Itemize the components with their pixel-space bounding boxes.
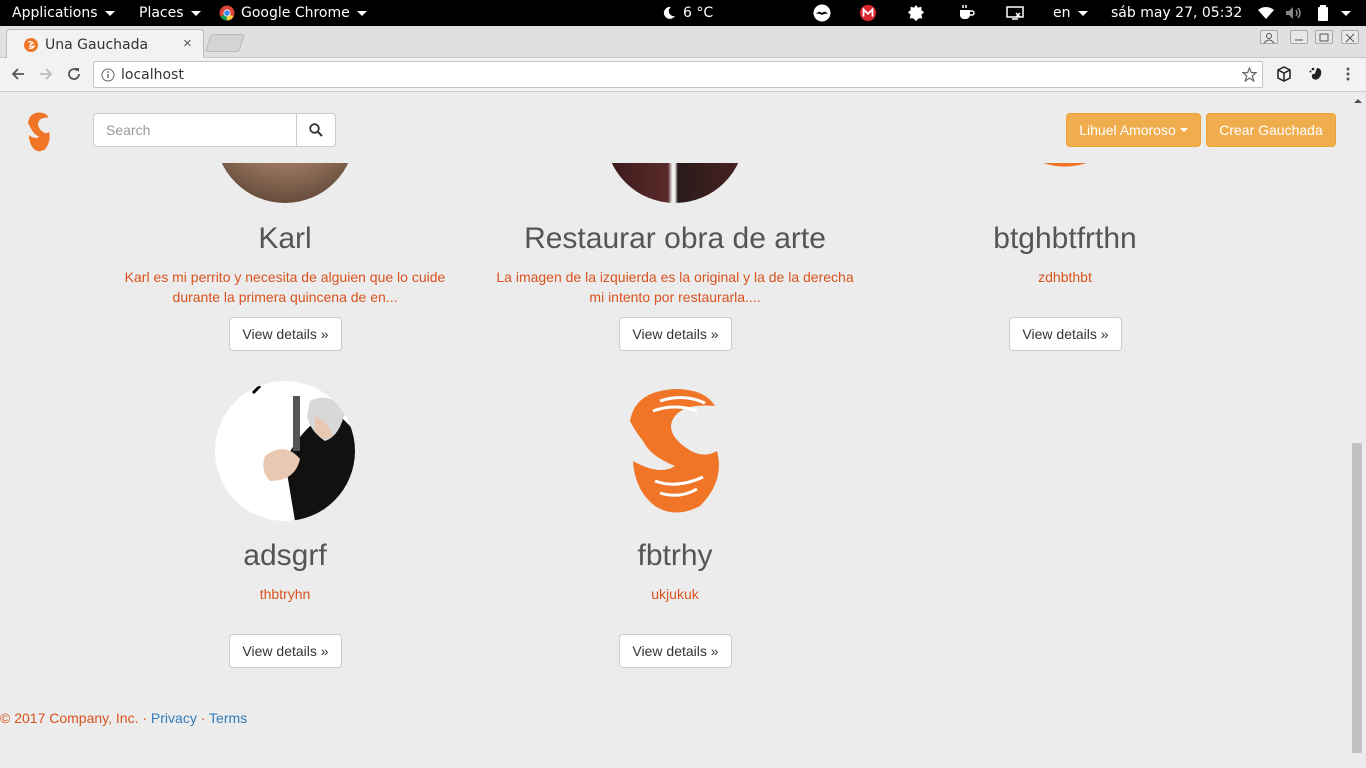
chevron-down-icon: [1179, 128, 1188, 132]
address-bar[interactable]: localhost: [93, 61, 1263, 88]
card-title: adsgrf: [243, 539, 327, 572]
site-footer: © 2017 Company, Inc. · Privacy · Terms: [0, 710, 247, 726]
tab-strip: Una Gauchada ×: [0, 26, 1366, 59]
chevron-down-icon: [190, 10, 201, 16]
app-name-label: Google Chrome: [241, 5, 350, 21]
chevron-down-icon: [104, 10, 115, 16]
weather-indicator[interactable]: 6 °C: [662, 0, 713, 26]
view-details-button[interactable]: View details »: [229, 317, 342, 351]
card-description: zdhbthbt: [1038, 269, 1092, 285]
clock[interactable]: sáb may 27, 05:32: [1111, 0, 1242, 26]
search-icon: [309, 123, 323, 137]
tab-una-gauchada[interactable]: Una Gauchada ×: [6, 29, 204, 59]
tray-mega-icon[interactable]: [859, 4, 877, 22]
info-icon: [101, 68, 115, 82]
maximize-icon[interactable]: [1315, 30, 1333, 44]
terms-link[interactable]: Terms: [209, 710, 247, 726]
view-details-button[interactable]: View details »: [619, 317, 732, 351]
wifi-icon[interactable]: [1257, 4, 1275, 22]
close-icon[interactable]: ×: [183, 35, 192, 52]
search-button[interactable]: [296, 113, 336, 147]
card-description: ukjukuk: [651, 586, 699, 602]
tray-mustache-icon[interactable]: [813, 4, 831, 22]
applications-label: Applications: [12, 5, 98, 21]
moon-icon: [663, 6, 675, 19]
footer-separator: ·: [142, 710, 148, 726]
chrome-icon: [219, 5, 235, 21]
app-menu[interactable]: Google Chrome: [219, 0, 367, 26]
favicon-icon: [24, 38, 38, 52]
minimize-icon[interactable]: [1290, 30, 1308, 44]
back-icon[interactable]: [8, 64, 28, 84]
extension-gnome-icon[interactable]: [1306, 64, 1326, 84]
browser-toolbar: localhost: [0, 58, 1366, 92]
view-details-button[interactable]: View details »: [1009, 317, 1122, 351]
card-title: btghbtfrthn: [993, 222, 1137, 255]
language-menu[interactable]: en: [1053, 0, 1088, 26]
crear-gauchada-button[interactable]: Crear Gauchada: [1206, 113, 1336, 147]
chevron-down-icon: [1341, 10, 1351, 16]
card-title: fbtrhy: [637, 539, 713, 572]
tray-gear-icon[interactable]: [907, 4, 925, 22]
applications-menu[interactable]: Applications: [12, 0, 115, 26]
places-menu[interactable]: Places: [139, 0, 201, 26]
battery-icon[interactable]: [1314, 4, 1332, 22]
privacy-link[interactable]: Privacy: [151, 710, 197, 726]
profile-icon[interactable]: [1260, 30, 1278, 44]
footer-separator: ·: [200, 710, 206, 726]
system-top-bar: Applications Places Google Chrome 6 °C e…: [0, 0, 1366, 26]
chevron-down-icon: [1077, 10, 1088, 16]
copyright-text: © 2017 Company, Inc.: [0, 710, 139, 726]
new-tab-button[interactable]: [205, 34, 245, 52]
extension-cube-icon[interactable]: [1274, 64, 1294, 84]
logo-hands-icon: [605, 381, 745, 521]
tab-title: Una Gauchada: [45, 37, 149, 53]
brand-logo-icon[interactable]: [22, 110, 56, 154]
card-description: Karl es mi perrito y necesita de alguien…: [124, 269, 446, 305]
window-close-icon[interactable]: [1341, 30, 1359, 44]
user-menu-button[interactable]: Lihuel Amoroso: [1066, 113, 1201, 147]
page-viewport: Karl Karl es mi perrito y necesita de al…: [0, 93, 1350, 768]
places-label: Places: [139, 5, 184, 21]
page-scrollbar[interactable]: [1350, 93, 1366, 768]
system-menu[interactable]: [1334, 0, 1351, 26]
weather-label: 6 °C: [683, 5, 714, 21]
card-title: Restaurar obra de arte: [524, 222, 826, 255]
view-details-button[interactable]: View details »: [229, 634, 342, 668]
site-navbar: Lihuel Amoroso Crear Gauchada: [0, 93, 1350, 163]
tray-cup-icon[interactable]: [957, 4, 975, 22]
card-title: Karl: [258, 222, 312, 255]
language-label: en: [1053, 5, 1071, 21]
tray-display-icon[interactable]: [1006, 4, 1024, 22]
search-input[interactable]: [93, 113, 297, 147]
star-icon[interactable]: [1242, 67, 1257, 82]
chevron-down-icon: [356, 10, 367, 16]
card-description: La imagen de la izquierda es la original…: [496, 269, 854, 305]
reload-icon[interactable]: [64, 64, 84, 84]
card-description: thbtryhn: [259, 586, 311, 602]
scroll-up-icon[interactable]: [1350, 95, 1366, 107]
url-text: localhost: [121, 67, 184, 83]
card-image: [215, 381, 355, 521]
view-details-button[interactable]: View details »: [619, 634, 732, 668]
user-name-label: Lihuel Amoroso: [1079, 122, 1176, 138]
volume-icon[interactable]: [1285, 4, 1303, 22]
datetime-label: sáb may 27, 05:32: [1111, 5, 1243, 21]
forward-icon[interactable]: [36, 64, 56, 84]
scroll-thumb[interactable]: [1352, 443, 1362, 753]
menu-icon[interactable]: [1338, 64, 1358, 84]
